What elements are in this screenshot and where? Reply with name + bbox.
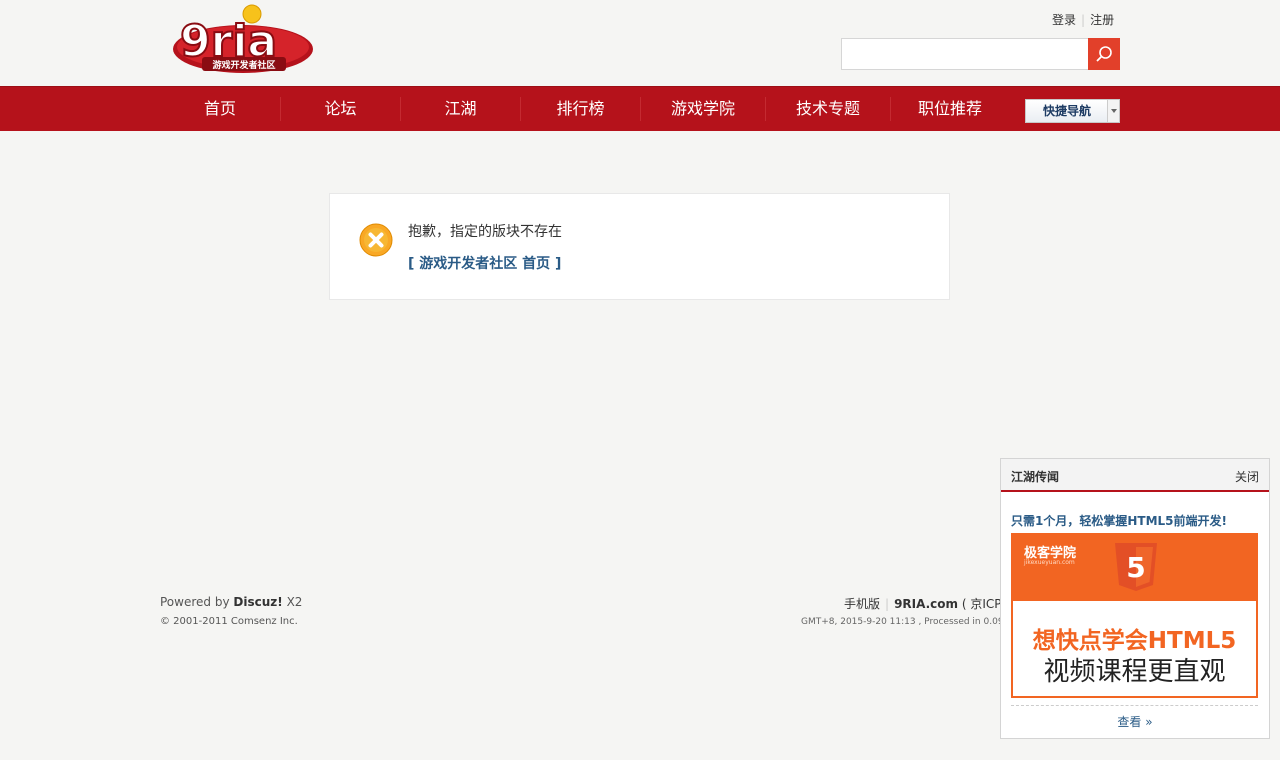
icp-text: ( 京ICP备 <box>961 597 1004 611</box>
quick-nav-dropdown[interactable]: 快捷导航 <box>1025 99 1120 123</box>
html5-badge-text: 5 <box>1126 551 1145 584</box>
floating-ad-panel: 江湖传闻 关闭 只需1个月，轻松掌握HTML5前端开发! 极客学院 jikexu… <box>1000 458 1270 739</box>
home-link[interactable]: [ 游戏开发者社区 首页 ] <box>408 253 561 273</box>
close-button[interactable]: 关闭 <box>1235 468 1259 485</box>
nav-item-jobs[interactable]: 职位推荐 <box>891 87 1009 131</box>
nav-item-game-academy[interactable]: 游戏学院 <box>641 87 765 131</box>
nav-item-forum[interactable]: 论坛 <box>281 87 400 131</box>
logo-subtitle: 游戏开发者社区 <box>212 59 275 71</box>
nav-item-home[interactable]: 首页 <box>160 87 280 131</box>
separator: | <box>1081 13 1086 27</box>
nav-item-ranking[interactable]: 排行榜 <box>521 87 640 131</box>
panel-header: 江湖传闻 关闭 <box>1001 459 1269 492</box>
main-nav: 首页 论坛 江湖 排行榜 游戏学院 技术专题 职位推荐 快捷导航 <box>0 86 1280 131</box>
powered-version: X2 <box>286 595 303 609</box>
ad-brand-sub: jikexueyuan.com <box>1024 559 1075 566</box>
top-links: 登录 | 注册 <box>1052 11 1114 28</box>
ad-banner[interactable]: 极客学院 jikexueyuan.com 5 想快点学会HTML5 视频课程更直… <box>1011 533 1258 698</box>
error-text: 抱歉，指定的版块不存在 <box>408 224 562 240</box>
search-button[interactable] <box>1088 38 1120 70</box>
server-time: GMT+8, 2015-9-20 11:13 , Processed in 0.… <box>801 617 1004 627</box>
divider <box>1011 705 1258 706</box>
register-link[interactable]: 注册 <box>1090 13 1114 27</box>
panel-title: 江湖传闻 <box>1011 470 1060 484</box>
separator: | <box>885 597 890 611</box>
site-logo[interactable]: 9ria 游戏开发者社区 <box>172 4 314 74</box>
ad-line-2: 视频课程更直观 <box>1043 657 1226 687</box>
html5-shield-icon: 5 <box>1115 543 1157 591</box>
powered-prefix: Powered by <box>160 595 230 609</box>
search-input[interactable] <box>841 38 1089 70</box>
search-bar <box>841 38 1120 70</box>
site-link[interactable]: 9RIA.com <box>894 597 958 611</box>
nav-item-tech-topics[interactable]: 技术专题 <box>766 87 890 131</box>
error-icon <box>359 223 393 257</box>
ad-line-1: 想快点学会HTML5 <box>1032 628 1237 654</box>
discuz-link[interactable]: Discuz! <box>233 595 282 609</box>
error-message-box: 抱歉，指定的版块不存在 [ 游戏开发者社区 首页 ] <box>329 193 950 300</box>
login-link[interactable]: 登录 <box>1052 13 1076 27</box>
ad-headline-link[interactable]: 只需1个月，轻松掌握HTML5前端开发! <box>1011 512 1227 529</box>
powered-by: Powered by Discuz! X2 <box>160 595 302 609</box>
search-icon <box>1096 46 1112 62</box>
footer-links: 手机版 | 9RIA.com ( 京ICP备 <box>844 595 1004 612</box>
ad-banner-top: 极客学院 jikexueyuan.com 5 <box>1013 535 1256 601</box>
header: 9ria 游戏开发者社区 登录 | 注册 <box>0 0 1280 86</box>
quick-nav-label: 快捷导航 <box>1026 100 1108 122</box>
mobile-link[interactable]: 手机版 <box>844 597 880 611</box>
chevron-down-icon <box>1107 100 1119 122</box>
view-more-link[interactable]: 查看 » <box>1001 713 1269 730</box>
nav-item-jianghu[interactable]: 江湖 <box>401 87 520 131</box>
copyright: © 2001-2011 Comsenz Inc. <box>160 616 298 627</box>
